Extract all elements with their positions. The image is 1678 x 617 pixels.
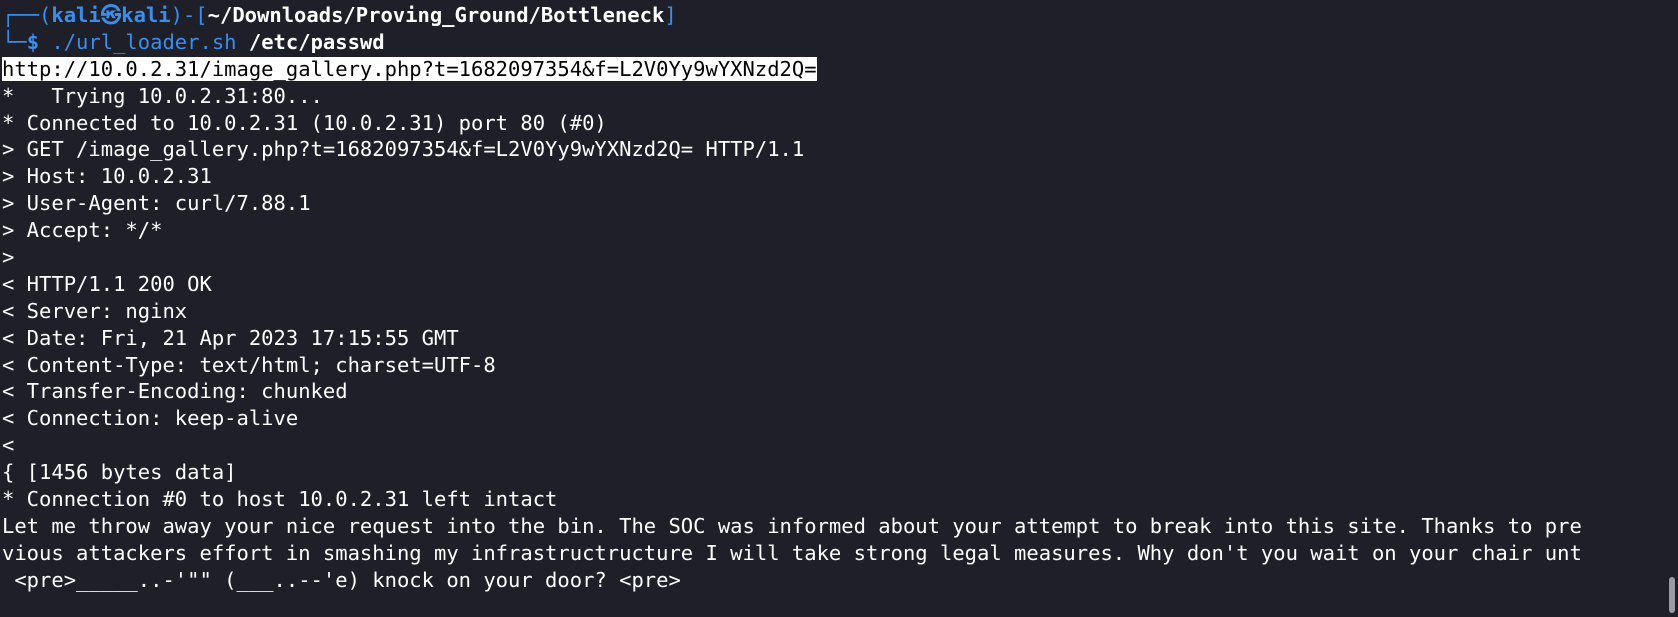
- output-url-line: http://10.0.2.31/image_gallery.php?t=168…: [2, 56, 1662, 83]
- prompt-path: ~/Downloads/Proving_Ground/Bottleneck: [208, 3, 665, 27]
- prompt-bracket-close: ]: [664, 3, 676, 27]
- output-line: < Server: nginx: [2, 298, 1662, 325]
- output-line: * Trying 10.0.2.31:80...: [2, 83, 1662, 110]
- output-line: * Connected to 10.0.2.31 (10.0.2.31) por…: [2, 110, 1662, 137]
- prompt-corner-top: ┌──(: [2, 3, 51, 27]
- output-line: <pre>_____..-'"" (___..--'e) knock on yo…: [2, 567, 1662, 594]
- prompt-dollar: $: [27, 30, 52, 54]
- output-line: > Host: 10.0.2.31: [2, 163, 1662, 190]
- prompt-command: ./url_loader.sh: [51, 30, 236, 54]
- scrollbar-thumb[interactable]: [1669, 577, 1675, 613]
- output-line: > GET /image_gallery.php?t=1682097354&f=…: [2, 136, 1662, 163]
- terminal-output[interactable]: ┌──(kali㉿kali)-[~/Downloads/Proving_Grou…: [2, 2, 1662, 594]
- output-line: * Connection #0 to host 10.0.2.31 left i…: [2, 486, 1662, 513]
- prompt-corner-bottom: └─: [2, 30, 27, 54]
- prompt-at-symbol: ㉿: [101, 3, 122, 27]
- output-line: >: [2, 244, 1662, 271]
- output-line: { [1456 bytes data]: [2, 459, 1662, 486]
- output-line: < Date: Fri, 21 Apr 2023 17:15:55 GMT: [2, 325, 1662, 352]
- prompt-line-2: └─$ ./url_loader.sh /etc/passwd: [2, 29, 1662, 56]
- prompt-bracket-mid: )-[: [171, 3, 208, 27]
- output-line: > Accept: */*: [2, 217, 1662, 244]
- prompt-line-1: ┌──(kali㉿kali)-[~/Downloads/Proving_Grou…: [2, 2, 1662, 29]
- output-line: < Content-Type: text/html; charset=UTF-8: [2, 352, 1662, 379]
- prompt-host: kali: [121, 3, 170, 27]
- output-line: < Transfer-Encoding: chunked: [2, 378, 1662, 405]
- prompt-argument: /etc/passwd: [237, 30, 385, 54]
- output-line: <: [2, 432, 1662, 459]
- scrollbar-track[interactable]: [1668, 0, 1676, 617]
- output-line: vious attackers effort in smashing my in…: [2, 540, 1662, 567]
- output-line: > User-Agent: curl/7.88.1: [2, 190, 1662, 217]
- output-line: Let me throw away your nice request into…: [2, 513, 1662, 540]
- selected-url-text[interactable]: http://10.0.2.31/image_gallery.php?t=168…: [2, 57, 817, 81]
- output-line: < Connection: keep-alive: [2, 405, 1662, 432]
- output-line: < HTTP/1.1 200 OK: [2, 271, 1662, 298]
- prompt-user: kali: [51, 3, 100, 27]
